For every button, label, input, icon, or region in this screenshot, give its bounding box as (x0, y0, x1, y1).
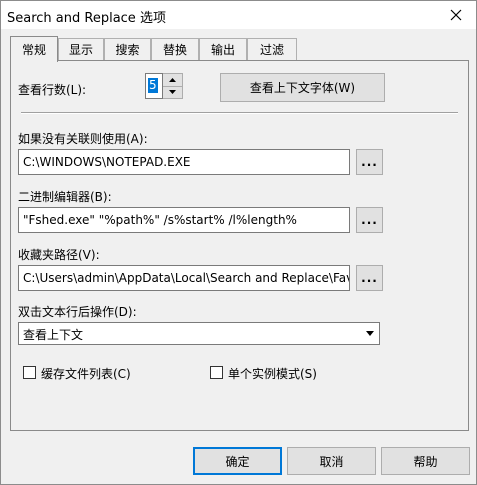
general-panel: 查看行数(L): 5 查看上下文字体(W) 如果没有关联则使用(A): C:\W… (10, 60, 469, 431)
dropdown-button[interactable] (361, 324, 378, 343)
editor-browse-button[interactable]: ... (356, 149, 383, 175)
chevron-down-icon (365, 331, 374, 336)
tab-general[interactable]: 常规 (10, 36, 58, 62)
context-lines-label: 查看行数(L): (18, 83, 87, 97)
separator (21, 112, 458, 114)
tab-filter[interactable]: 过滤 (247, 38, 297, 60)
context-lines-spinner (163, 73, 183, 99)
title-bar: Search and Replace 选项 (1, 1, 476, 29)
cache-files-checkbox[interactable] (23, 366, 36, 379)
hex-editor-browse-button[interactable]: ... (356, 207, 383, 233)
tab-output[interactable]: 输出 (199, 38, 247, 60)
favorites-label: 收藏夹路径(V): (18, 248, 100, 262)
window-title: Search and Replace 选项 (7, 11, 166, 26)
close-icon (450, 9, 462, 21)
arrow-up-icon (169, 78, 176, 82)
help-button[interactable]: 帮助 (381, 447, 470, 475)
editor-path-input[interactable]: C:\WINDOWS\NOTEPAD.EXE (18, 149, 350, 175)
double-click-label: 双击文本行后操作(D): (18, 305, 137, 319)
favorites-browse-button[interactable]: ... (356, 265, 383, 291)
single-instance-checkbox[interactable] (210, 366, 223, 379)
spin-down-button[interactable] (163, 86, 182, 98)
tab-display[interactable]: 显示 (58, 38, 104, 60)
arrow-down-icon (169, 90, 176, 94)
ok-button[interactable]: 确定 (193, 447, 282, 475)
hex-editor-input[interactable]: "Fshed.exe" "%path%" /s%start% /l%length… (18, 207, 350, 233)
context-lines-input[interactable]: 5 (145, 73, 163, 99)
context-lines-value: 5 (148, 78, 158, 93)
editor-label: 如果没有关联则使用(A): (18, 132, 148, 146)
close-button[interactable] (436, 1, 476, 29)
cache-files-label: 缓存文件列表(C) (41, 367, 131, 381)
double-click-value: 查看上下文 (23, 328, 84, 342)
favorites-path-input[interactable]: C:\Users\admin\AppData\Local\Search and … (18, 265, 350, 291)
context-font-button[interactable]: 查看上下文字体(W) (220, 73, 385, 102)
single-instance-label: 单个实例模式(S) (228, 367, 317, 381)
options-dialog: Search and Replace 选项 常规 显示 搜索 替换 输出 过滤 … (0, 0, 477, 485)
cancel-button[interactable]: 取消 (287, 447, 376, 475)
tab-replace[interactable]: 替换 (151, 38, 199, 60)
tab-search[interactable]: 搜索 (104, 38, 151, 60)
hex-editor-label: 二进制编辑器(B): (18, 190, 112, 204)
double-click-select[interactable]: 查看上下文 (18, 322, 380, 345)
